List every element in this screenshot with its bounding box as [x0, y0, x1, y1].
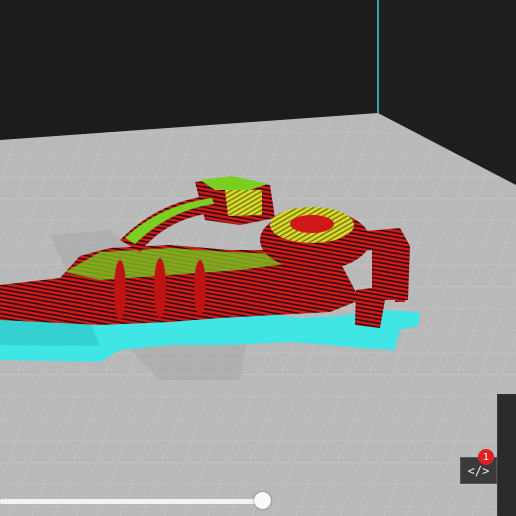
print-preview-scene[interactable] [0, 0, 516, 516]
model-right-bar [395, 242, 405, 302]
model-muzzle [0, 285, 25, 315]
model-coil-2 [154, 258, 166, 318]
layer-slider-track[interactable] [0, 499, 262, 504]
layer-slider-handle[interactable] [254, 492, 271, 509]
model-coil-1 [114, 260, 126, 320]
notification-badge: 1 [478, 449, 494, 465]
model-dome-core [290, 215, 334, 233]
3d-viewport[interactable]: </> 1 [0, 0, 516, 516]
side-panel[interactable] [497, 394, 516, 516]
model-coil-3 [194, 260, 206, 316]
notification-count: 1 [482, 451, 490, 463]
code-icon: </> [467, 463, 490, 478]
model-grip-window [225, 190, 262, 216]
layer-slider[interactable] [0, 492, 271, 510]
